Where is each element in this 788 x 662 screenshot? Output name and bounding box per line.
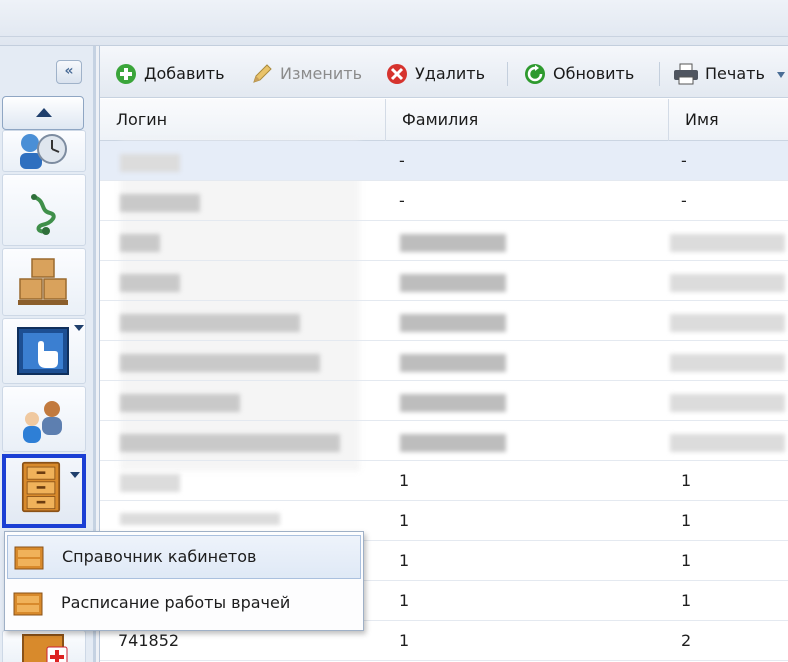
column-header-last-name[interactable]: Фамилия (386, 99, 669, 141)
redacted-value (400, 434, 506, 452)
table-row[interactable]: - - (100, 141, 788, 181)
redacted-value (670, 434, 785, 452)
table-row[interactable] (100, 221, 788, 261)
top-bar (0, 0, 788, 46)
last-name-cell: 1 (399, 551, 410, 570)
menu-item-rooms-directory[interactable]: Справочник кабинетов (7, 535, 361, 579)
double-chevron-left-icon: « (64, 63, 74, 79)
nav-appointments-button[interactable] (2, 130, 86, 172)
delete-button-label: Удалить (415, 64, 485, 83)
redacted-value (120, 394, 240, 412)
top-bar-divider (0, 36, 788, 37)
medical-cabinet-icon (22, 634, 68, 662)
add-button-label: Добавить (144, 64, 225, 83)
nav-medical-records-button[interactable] (2, 630, 86, 662)
plus-circle-icon (116, 64, 136, 84)
last-name-cell: - (399, 191, 405, 210)
redacted-value (120, 234, 160, 252)
last-name-cell: 1 (399, 471, 410, 490)
first-name-cell: 2 (681, 631, 692, 650)
app-window: « Добавить Изменить Удалить Обновить Печ… (0, 0, 788, 662)
redacted-value (120, 474, 180, 492)
last-name-cell: 1 (399, 591, 410, 610)
redacted-value (120, 354, 320, 372)
dropdown-arrow-icon (70, 472, 80, 478)
x-circle-icon (387, 64, 407, 84)
table-row[interactable]: 1 1 (100, 461, 788, 501)
menu-item-label: Справочник кабинетов (62, 547, 257, 566)
menu-item-label: Расписание работы врачей (61, 593, 291, 612)
redacted-value (670, 274, 785, 292)
redacted-value (400, 234, 506, 252)
pencil-icon (253, 64, 272, 83)
nav-phonendoscope-button[interactable] (2, 174, 86, 246)
references-dropdown-menu: Справочник кабинетов Расписание работы в… (4, 531, 364, 631)
cabinet-icon (21, 461, 61, 513)
touch-screen-icon (17, 327, 69, 375)
print-button[interactable]: Печать (673, 61, 787, 87)
collapse-panel-button[interactable]: « (56, 60, 82, 84)
redacted-value (400, 314, 506, 332)
redacted-value (670, 394, 785, 412)
first-name-cell: 1 (681, 591, 692, 610)
nav-warehouse-button[interactable] (2, 248, 86, 316)
first-name-cell: 1 (681, 551, 692, 570)
column-header-first-name[interactable]: Имя (669, 99, 788, 141)
redacted-value (120, 274, 180, 292)
table-row[interactable] (100, 381, 788, 421)
first-name-cell: - (681, 151, 687, 170)
nav-references-button[interactable] (2, 454, 86, 528)
nav-scroll-up-button[interactable] (2, 96, 84, 130)
redacted-value (400, 354, 506, 372)
redacted-value (670, 314, 785, 332)
refresh-icon (525, 64, 545, 84)
redacted-value (400, 274, 506, 292)
delete-button[interactable]: Удалить (386, 61, 496, 87)
toolbar: Добавить Изменить Удалить Обновить Печат… (100, 46, 788, 98)
first-name-cell: 1 (681, 471, 692, 490)
column-header-login[interactable]: Логин (100, 99, 386, 141)
dropdown-arrow-icon (74, 325, 84, 331)
stethoscope-icon (31, 194, 56, 235)
edit-button-label: Изменить (280, 64, 362, 83)
redacted-value (120, 194, 200, 212)
table-row[interactable] (100, 421, 788, 461)
first-name-cell: - (681, 191, 687, 210)
menu-item-doctors-schedule[interactable]: Расписание работы врачей (7, 582, 361, 626)
toolbar-separator (659, 62, 660, 86)
nav-terminal-button[interactable] (2, 318, 86, 384)
arrow-up-icon (36, 108, 52, 117)
user-clock-icon (20, 134, 67, 169)
toolbar-separator (507, 62, 508, 86)
table-row[interactable] (100, 301, 788, 341)
refresh-button[interactable]: Обновить (524, 61, 648, 87)
print-button-label: Печать (705, 64, 765, 83)
chevron-down-icon (777, 72, 785, 78)
redacted-value (120, 434, 340, 452)
users-icon (23, 401, 62, 443)
table-row[interactable] (100, 341, 788, 381)
edit-button[interactable]: Изменить (251, 61, 373, 87)
redacted-value (400, 394, 506, 412)
add-button[interactable]: Добавить (115, 61, 239, 87)
printer-icon (674, 63, 698, 85)
redacted-value (120, 513, 280, 525)
redacted-value (120, 154, 180, 172)
first-name-cell: 1 (681, 511, 692, 530)
last-name-cell: 1 (399, 631, 410, 650)
nav-patients-button[interactable] (2, 386, 86, 452)
cabinet-icon (13, 592, 43, 616)
redacted-value (670, 234, 785, 252)
redacted-value (120, 314, 300, 332)
refresh-button-label: Обновить (553, 64, 635, 83)
cabinet-icon (14, 546, 44, 570)
table-row[interactable] (100, 261, 788, 301)
boxes-icon (18, 258, 68, 305)
last-name-cell: 1 (399, 511, 410, 530)
last-name-cell: - (399, 151, 405, 170)
table-row[interactable]: - - (100, 181, 788, 221)
grid-header: Логин Фамилия Имя (100, 99, 788, 141)
redacted-value (670, 354, 785, 372)
